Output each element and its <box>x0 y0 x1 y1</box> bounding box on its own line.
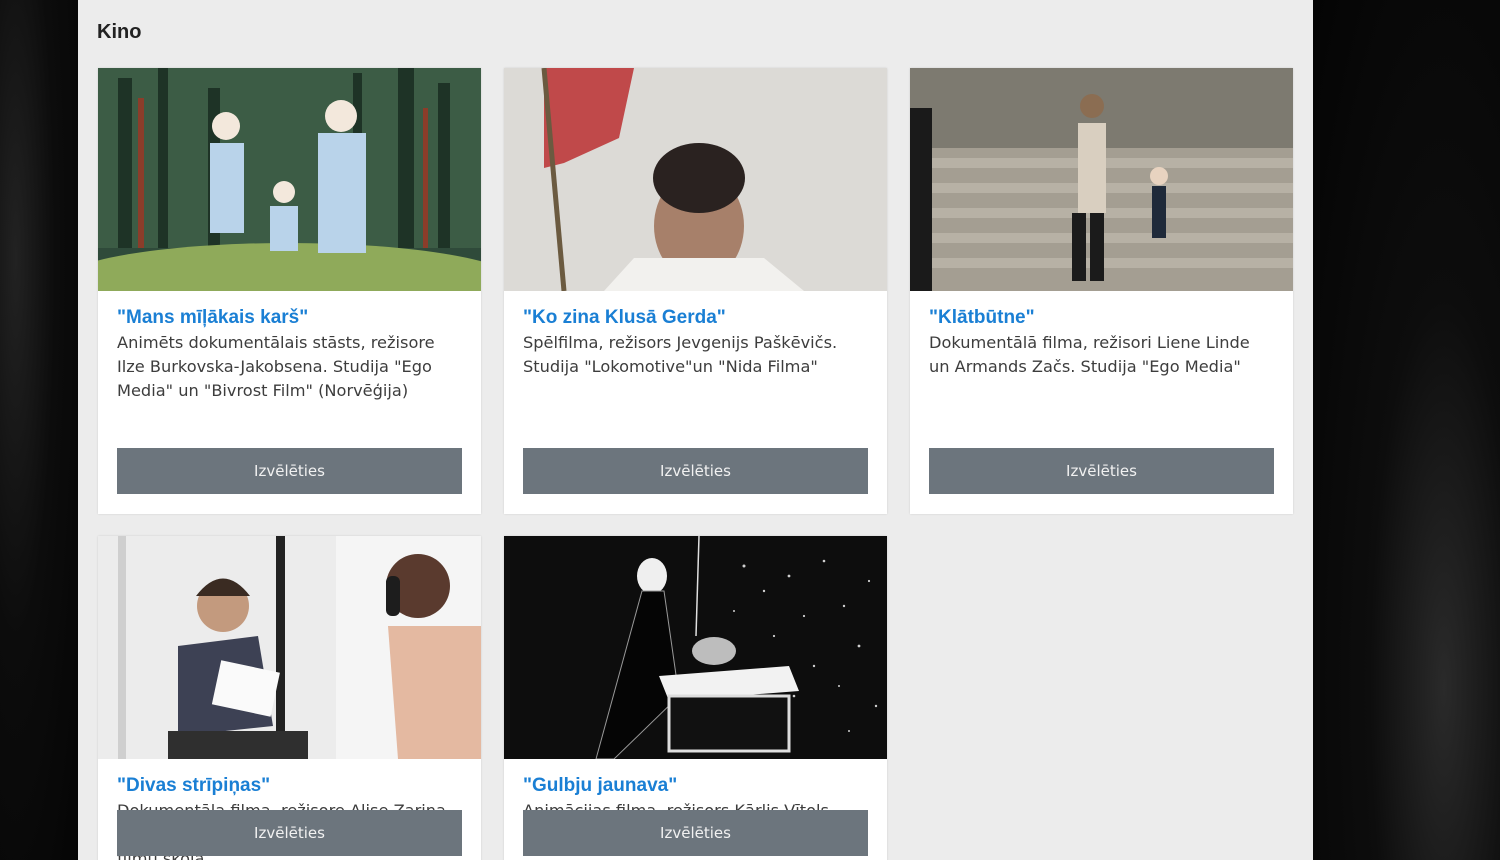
background-left <box>0 0 78 860</box>
film-title-link[interactable]: "Gulbju jaunava" <box>523 774 868 798</box>
film-thumbnail[interactable] <box>504 536 887 759</box>
film-thumbnail[interactable] <box>98 536 481 759</box>
select-button[interactable]: Izvēlēties <box>523 448 868 494</box>
film-title-link[interactable]: "Ko zina Klusā Gerda" <box>523 306 868 330</box>
film-thumbnail[interactable] <box>910 68 1293 291</box>
film-card: "Gulbju jaunava" Animācijas filma, režis… <box>504 536 887 860</box>
film-card: "Klātbūtne" Dokumentālā filma, režisori … <box>910 68 1293 514</box>
select-button[interactable]: Izvēlēties <box>929 448 1274 494</box>
film-description: Dokumentālā filma, režisori Liene Linde … <box>929 333 1250 376</box>
select-button[interactable]: Izvēlēties <box>523 810 868 856</box>
select-button[interactable]: Izvēlēties <box>117 448 462 494</box>
film-description: Spēlfilma, režisors Jevgenijs Paškēvičs.… <box>523 333 838 376</box>
film-thumbnail[interactable] <box>504 68 887 291</box>
film-title-link[interactable]: "Mans mīļākais karš" <box>117 306 462 330</box>
select-button[interactable]: Izvēlēties <box>117 810 462 856</box>
film-card: "Ko zina Klusā Gerda" Spēlfilma, režisor… <box>504 68 887 514</box>
film-thumbnail[interactable] <box>98 68 481 291</box>
film-description: Animēts dokumentālais stāsts, režisore I… <box>117 333 435 400</box>
content-panel: Kino "Mans mīļākais karš" Animēts dokume… <box>78 0 1313 860</box>
section-title: Kino <box>97 21 142 43</box>
film-card: "Divas strīpiņas" Dokumentāla filma, rež… <box>98 536 481 860</box>
film-title-link[interactable]: "Divas strīpiņas" <box>117 774 462 798</box>
film-title-link[interactable]: "Klātbūtne" <box>929 306 1274 330</box>
background-right <box>1313 0 1500 860</box>
film-card: "Mans mīļākais karš" Animēts dokumentāla… <box>98 68 481 514</box>
